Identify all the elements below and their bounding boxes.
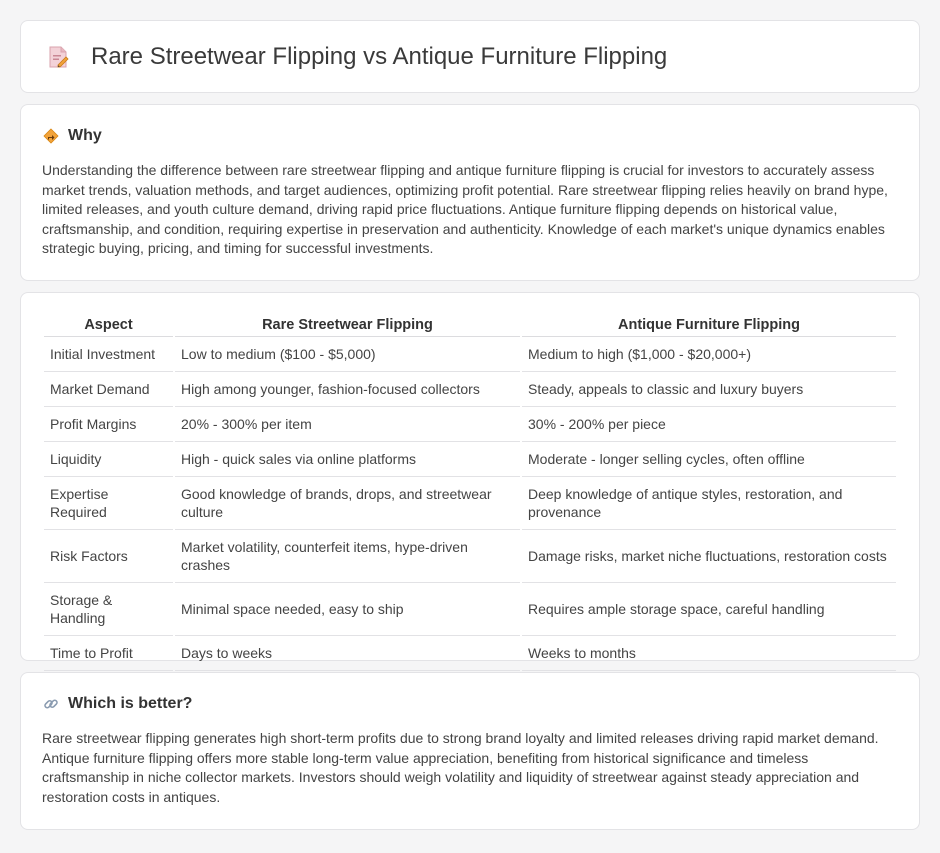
cell-streetwear: Days to weeks: [175, 636, 520, 671]
why-section-header: Why: [42, 127, 898, 145]
which-better-title: Which is better?: [68, 695, 193, 712]
cell-antique: Steady, appeals to classic and luxury bu…: [522, 372, 896, 407]
cell-aspect: Risk Factors: [44, 530, 173, 583]
header-antique: Antique Furniture Flipping: [522, 315, 896, 337]
cell-aspect: Profit Margins: [44, 407, 173, 442]
cell-antique: Moderate - longer selling cycles, often …: [522, 442, 896, 477]
table-header-row: Aspect Rare Streetwear Flipping Antique …: [44, 315, 896, 337]
which-better-section: Which is better? Rare streetwear flippin…: [20, 672, 920, 830]
table-row: Market Demand High among younger, fashio…: [44, 372, 896, 407]
diamond-sign-icon: [42, 127, 60, 145]
link-icon: [42, 695, 60, 713]
cell-aspect: Liquidity: [44, 442, 173, 477]
table-row: Profit Margins 20% - 300% per item 30% -…: [44, 407, 896, 442]
cell-aspect: Time to Profit: [44, 636, 173, 671]
why-section: Why Understanding the difference between…: [20, 104, 920, 281]
cell-aspect: Storage & Handling: [44, 583, 173, 636]
cell-aspect: Market Demand: [44, 372, 173, 407]
table-row: Expertise Required Good knowledge of bra…: [44, 477, 896, 530]
which-better-text: Rare streetwear flipping generates high …: [42, 730, 879, 805]
cell-streetwear: High - quick sales via online platforms: [175, 442, 520, 477]
comparison-table-card: Aspect Rare Streetwear Flipping Antique …: [20, 292, 920, 671]
cell-antique: Weeks to months: [522, 636, 896, 671]
cell-antique: Requires ample storage space, careful ha…: [522, 583, 896, 636]
cell-aspect: Initial Investment: [44, 337, 173, 372]
cell-antique: 30% - 200% per piece: [522, 407, 896, 442]
document-pencil-icon: [45, 44, 71, 70]
page-title: Rare Streetwear Flipping vs Antique Furn…: [91, 42, 668, 70]
cell-streetwear: Low to medium ($100 - $5,000): [175, 337, 520, 372]
header-card: Rare Streetwear Flipping vs Antique Furn…: [20, 20, 920, 93]
cell-streetwear: 20% - 300% per item: [175, 407, 520, 442]
header-streetwear: Rare Streetwear Flipping: [175, 315, 520, 337]
table-row: Time to Profit Days to weeks Weeks to mo…: [44, 636, 896, 671]
header-aspect: Aspect: [44, 315, 173, 337]
cell-antique: Damage risks, market niche fluctuations,…: [522, 530, 896, 583]
table-row: Initial Investment Low to medium ($100 -…: [44, 337, 896, 372]
cell-antique: Medium to high ($1,000 - $20,000+): [522, 337, 896, 372]
cell-streetwear: Market volatility, counterfeit items, hy…: [175, 530, 520, 583]
comparison-table: Aspect Rare Streetwear Flipping Antique …: [42, 315, 898, 671]
cell-streetwear: High among younger, fashion-focused coll…: [175, 372, 520, 407]
cell-aspect: Expertise Required: [44, 477, 173, 530]
which-better-header: Which is better?: [42, 695, 898, 713]
cell-streetwear: Minimal space needed, easy to ship: [175, 583, 520, 636]
table-row: Risk Factors Market volatility, counterf…: [44, 530, 896, 583]
table-row: Storage & Handling Minimal space needed,…: [44, 583, 896, 636]
cell-streetwear: Good knowledge of brands, drops, and str…: [175, 477, 520, 530]
cell-antique: Deep knowledge of antique styles, restor…: [522, 477, 896, 530]
table-row: Liquidity High - quick sales via online …: [44, 442, 896, 477]
why-title: Why: [68, 127, 102, 144]
why-text: Understanding the difference between rar…: [42, 162, 888, 257]
